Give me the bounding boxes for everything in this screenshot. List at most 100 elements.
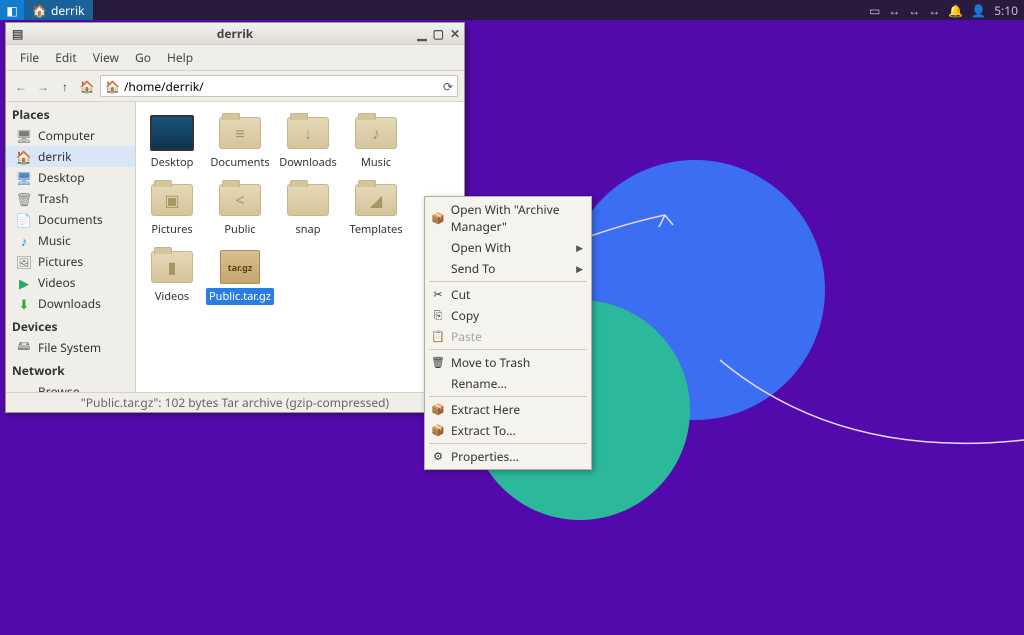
sidebar-heading: Places — [6, 102, 135, 125]
menu-item-extract-here[interactable]: 📦Extract Here — [425, 399, 591, 420]
sidebar-heading: Network — [6, 358, 135, 381]
file-item-templates[interactable]: ◢Templates — [344, 179, 408, 238]
sidebar-item-label: Music — [38, 232, 71, 249]
nav-up-button[interactable]: ↑ — [56, 77, 74, 95]
folder-icon — [285, 179, 331, 221]
menu-item-icon: ✂ — [431, 288, 445, 302]
file-label: snap — [292, 221, 323, 238]
folder-icon: ▮ — [149, 246, 195, 288]
menu-item-label: Move to Trash — [451, 354, 530, 371]
maximize-button[interactable]: ▢ — [433, 25, 444, 42]
file-label: Desktop — [148, 154, 197, 171]
menu-file[interactable]: File — [12, 47, 47, 68]
menu-item-cut[interactable]: ✂Cut — [425, 284, 591, 305]
app-launcher[interactable]: ◧ — [0, 0, 24, 20]
window-titlebar[interactable]: ▤ derrik ▁ ▢ ✕ — [6, 23, 464, 45]
menu-item-icon: 📦 — [431, 424, 445, 438]
notification-icon[interactable]: 🔔 — [948, 2, 963, 19]
close-button[interactable]: ✕ — [450, 25, 460, 42]
home-icon: 🏠 — [32, 2, 47, 19]
sidebar-place-derrik[interactable]: 🏠derrik — [6, 146, 135, 167]
indicator-icon[interactable]: ▭ — [869, 2, 880, 19]
menu-item-label: Properties... — [451, 448, 519, 465]
toolbar: ← → ↑ 🏠 🏠 ⟳ — [6, 71, 464, 102]
file-manager-window: ▤ derrik ▁ ▢ ✕ FileEditViewGoHelp ← → ↑ … — [5, 22, 465, 413]
menu-item-label: Paste — [451, 328, 482, 345]
path-input[interactable] — [124, 78, 443, 95]
sidebar-place-pictures[interactable]: 🖼 Pictures — [6, 251, 135, 272]
sidebar-device-file-system[interactable]: 🖴 File System — [6, 337, 135, 358]
file-item-pictures[interactable]: ▣Pictures — [140, 179, 204, 238]
menubar: FileEditViewGoHelp — [6, 45, 464, 71]
sidebar-heading: Devices — [6, 314, 135, 337]
sidebar-item-label: Pictures — [38, 253, 83, 270]
sidebar-place-trash[interactable]: 🗑Trash — [6, 188, 135, 209]
file-item-videos[interactable]: ▮Videos — [140, 246, 204, 305]
sidebar-item-label: Videos — [38, 274, 75, 291]
statusbar: "Public.tar.gz": 102 bytes Tar archive (… — [6, 392, 464, 412]
menu-item-label: Open With — [451, 239, 511, 256]
submenu-arrow-icon: ▶ — [576, 241, 583, 254]
folder-icon: ◢ — [353, 179, 399, 221]
nav-forward-button[interactable]: → — [34, 77, 52, 95]
sidebar-item-label: File System — [38, 339, 101, 356]
file-label: Music — [358, 154, 394, 171]
sidebar-place-desktop[interactable]: 🖥Desktop — [6, 167, 135, 188]
file-item-public[interactable]: <Public — [208, 179, 272, 238]
file-label: Videos — [152, 288, 192, 305]
taskbar-item-file-manager[interactable]: 🏠 derrik — [24, 0, 93, 20]
file-item-documents[interactable]: ≡Documents — [208, 112, 272, 171]
sidebar-item-label: Computer — [38, 127, 95, 144]
file-content-area[interactable]: Desktop≡Documents↓Downloads♪Music▣Pictur… — [136, 102, 464, 392]
sidebar-place-documents[interactable]: 📄Documents — [6, 209, 135, 230]
menu-item-label: Send To — [451, 260, 495, 277]
folder-icon: < — [217, 179, 263, 221]
downloads-icon: ⬇ — [16, 296, 32, 312]
nav-back-button[interactable]: ← — [12, 77, 30, 95]
menu-item-open-with-archive-manager[interactable]: 📦Open With "Archive Manager" — [425, 199, 591, 237]
menu-item-icon: ⎘ — [431, 309, 445, 323]
sidebar-network-browse-network[interactable]: 📶Browse Network — [6, 381, 135, 392]
sidebar-place-videos[interactable]: ▶Videos — [6, 272, 135, 293]
sidebar-item-label: Documents — [38, 211, 103, 228]
menu-help[interactable]: Help — [159, 47, 201, 68]
minimize-button[interactable]: ▁ — [417, 25, 426, 42]
computer-icon: 🖥 — [16, 128, 32, 144]
desktop-icon — [149, 112, 195, 154]
sidebar-item-label: Browse Network — [38, 383, 129, 392]
menu-item-extract-to[interactable]: 📦Extract To... — [425, 420, 591, 441]
desktop-icon: 🖥 — [16, 170, 32, 186]
sidebar-place-computer[interactable]: 🖥 Computer — [6, 125, 135, 146]
resize-icon[interactable]: ↔ — [888, 2, 900, 19]
clock[interactable]: 5:10 — [994, 2, 1018, 19]
resize-icon[interactable]: ↔ — [908, 2, 920, 19]
refresh-icon[interactable]: ⟳ — [443, 78, 453, 95]
file-item-downloads[interactable]: ↓Downloads — [276, 112, 340, 171]
pictures-icon: 🖼 — [16, 254, 32, 270]
file-label: Pictures — [148, 221, 195, 238]
sidebar-place-downloads[interactable]: ⬇Downloads — [6, 293, 135, 314]
file-item-music[interactable]: ♪Music — [344, 112, 408, 171]
user-icon[interactable]: 👤 — [971, 2, 986, 19]
nav-home-button[interactable]: 🏠 — [78, 77, 96, 95]
menu-separator — [429, 349, 587, 350]
folder-icon: ♪ — [353, 112, 399, 154]
menu-view[interactable]: View — [85, 47, 127, 68]
location-bar: 🏠 ⟳ — [100, 75, 458, 97]
menu-item-send-to[interactable]: Send To▶ — [425, 258, 591, 279]
resize-icon[interactable]: ↔ — [928, 2, 940, 19]
file-item-snap[interactable]: snap — [276, 179, 340, 238]
menu-go[interactable]: Go — [127, 47, 159, 68]
file-system-icon: 🖴 — [16, 340, 32, 356]
menu-item-copy[interactable]: ⎘Copy — [425, 305, 591, 326]
file-item-public-tar-gz[interactable]: tar.gzPublic.tar.gz — [208, 246, 272, 305]
file-label: Templates — [346, 221, 405, 238]
menu-item-move-to-trash[interactable]: 🗑Move to Trash — [425, 352, 591, 373]
sidebar-place-music[interactable]: ♪Music — [6, 230, 135, 251]
menu-item-properties[interactable]: ⚙Properties... — [425, 446, 591, 467]
window-menu-icon[interactable]: ▤ — [12, 25, 23, 42]
menu-edit[interactable]: Edit — [47, 47, 84, 68]
file-item-desktop[interactable]: Desktop — [140, 112, 204, 171]
menu-item-open-with[interactable]: Open With ▶ — [425, 237, 591, 258]
menu-item-rename[interactable]: Rename... — [425, 373, 591, 394]
